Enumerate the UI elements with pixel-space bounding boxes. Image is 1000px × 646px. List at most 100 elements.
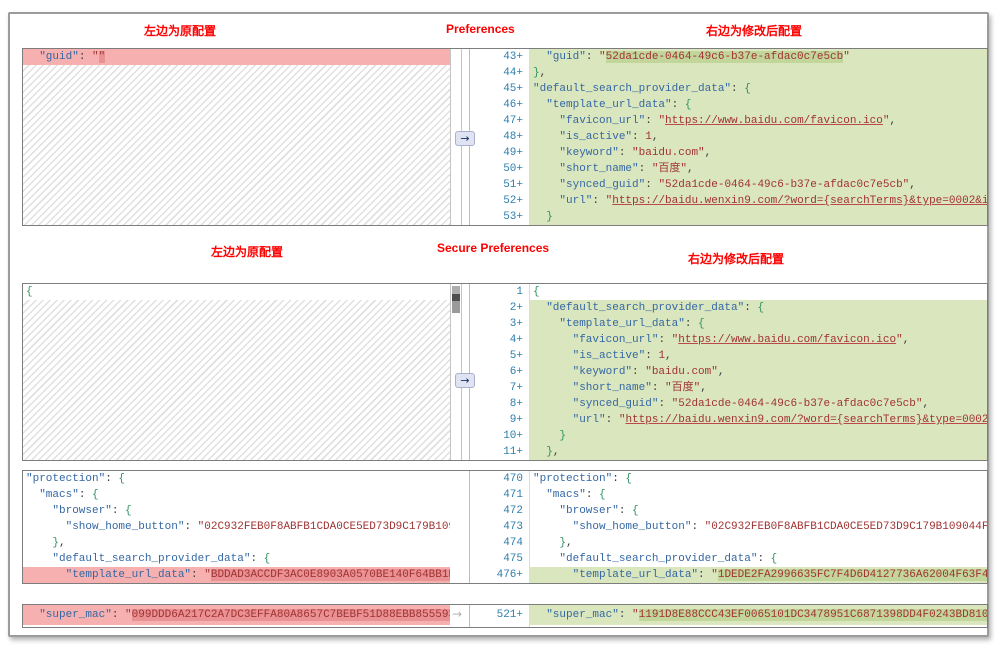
modified-code-pane[interactable]: "guid": "52da1cde-0464-49c6-b37e-afdac0c… [530,49,987,225]
code-token: { [744,83,751,95]
code-token: " [711,569,718,581]
code-token: { [684,99,692,111]
modified-code-pane[interactable]: "protection": { "macs": { "browser": { "… [530,471,987,583]
code-token: : [78,489,93,501]
line-number: 1 [516,286,523,298]
line-number-column: 1 2+ 3+ 4+ 5+ 6+ 7+ 8+ 9+ 10+ 11+ [470,284,530,460]
line-number: 53+ [503,211,523,223]
modified-code-pane[interactable]: "super_mac": "1191D8E88CCC43EF0065101DC3… [530,605,987,627]
left-scrollbar[interactable] [450,284,462,460]
code-token: " [632,609,639,621]
code-token: : [658,398,672,410]
code-line: "browser": { [23,503,450,519]
code-token: : [585,51,600,63]
code-token: https://www.baidu.com/favicon.ico [665,115,883,127]
code-token: "02C932FEB0F8ABFB1CDA0CE5ED73D9C179B1090… [704,521,987,533]
code-token: 1DEDE2FA2996635FC7F4D6D4127736A62004F63F… [717,569,987,581]
code-token: , [902,334,910,346]
original-code-pane[interactable]: "super_mac": "099DDD6A217C2A7DC3EFFA80A8… [23,605,450,627]
line-number: 476+ [496,569,523,581]
code-line: "template_url_data": "1DEDE2FA2996635FC7… [530,567,987,583]
line-number: 471 [503,489,523,501]
code-token: "is_active" [572,350,646,362]
line-number: 48+ [503,131,523,143]
code-token: "super_mac" [546,609,619,621]
scrollbar-thumb[interactable] [452,286,460,313]
code-token: : [618,505,633,517]
line-number: 475 [503,553,523,565]
code-token: https://baidu.wenxin9.com/?word={searchT… [612,195,987,207]
code-line: "browser": { [530,503,987,519]
code-line: "template_url_data": { [530,97,987,113]
pane-divider [462,471,470,583]
code-token: "url" [572,414,606,426]
code-line: "url": "https://baidu.wenxin9.com/?word=… [530,412,987,428]
line-number: 45+ [503,83,523,95]
code-token: "02C932FEB0F8ABFB1CDA0CE5ED73D9C179B1096 [197,521,450,533]
code-line: "default_search_provider_data": { [530,300,987,316]
code-line: "macs": { [530,487,987,503]
line-number: 473 [503,521,523,533]
code-token: "show_home_button" [65,521,185,533]
code-line: "default_search_provider_data": { [530,551,987,567]
code-token: "百度" [651,163,688,175]
label-secure-preferences-title: Secure Preferences [437,241,550,255]
code-line: }, [530,535,987,551]
code-token: { [757,302,765,314]
code-token: " [125,609,132,621]
line-number: 47+ [503,115,523,127]
code-token: "keyword" [559,147,619,159]
modified-code-pane[interactable]: { "default_search_provider_data": { "tem… [530,284,987,460]
code-token: : [658,334,672,346]
line-number: 44+ [503,67,523,79]
code-token: " [599,51,606,63]
merge-arrow-icon: → [452,607,463,621]
code-line: "protection": { [530,471,987,487]
code-token: , [704,147,712,159]
code-token: "super_mac" [39,609,112,621]
label-original-config-top: 左边为原配置 [144,24,217,38]
merge-arrow-button[interactable]: → [455,131,475,146]
code-token: 1191D8E88CCC43EF0065101DC3478951C6871398… [638,609,987,621]
merge-arrow-button[interactable]: → [455,373,475,388]
code-token: "default_search_provider_data" [533,83,732,95]
code-token: : [585,489,600,501]
code-line: { [23,284,450,300]
code-token: " [882,115,890,127]
line-number: 10+ [503,430,523,442]
code-token: "protection" [533,473,613,485]
code-token: : [731,83,745,95]
code-token: "is_active" [559,131,633,143]
diff-panel-secure-preferences: {1 2+ 3+ 4+ 5+ 6+ 7+ 8+ 9+ 10+ 11+ { "default_searc… [22,283,988,461]
original-code-pane[interactable]: { [23,284,450,460]
original-code-pane[interactable]: "protection": { "macs": { "browser": { "… [23,471,450,583]
code-line: "default_search_provider_data": { [23,551,450,567]
original-code-pane[interactable]: "guid": "" [23,49,450,225]
code-token: "52da1cde-0464-49c6-b37e-afdac0c7e5cb" [658,179,910,191]
code-token: , [922,398,930,410]
code-token: BDDAD3ACCDF3AC0E8903A0570BE140F64BB1DF [210,569,450,581]
code-token: : [691,521,705,533]
code-line: "url": "https://baidu.wenxin9.com/?word=… [530,193,987,209]
code-token: : [605,414,619,426]
code-line: "protection": { [23,471,450,487]
code-token: : [78,51,93,63]
line-number: 51+ [503,179,523,191]
code-token: : [651,382,666,394]
line-number: 474 [503,537,523,549]
left-scrollbar [450,471,462,583]
code-token: : [632,366,646,378]
code-line: "guid": "52da1cde-0464-49c6-b37e-afdac0c… [530,49,987,65]
code-line: } [530,428,987,444]
code-token: , [651,131,659,143]
